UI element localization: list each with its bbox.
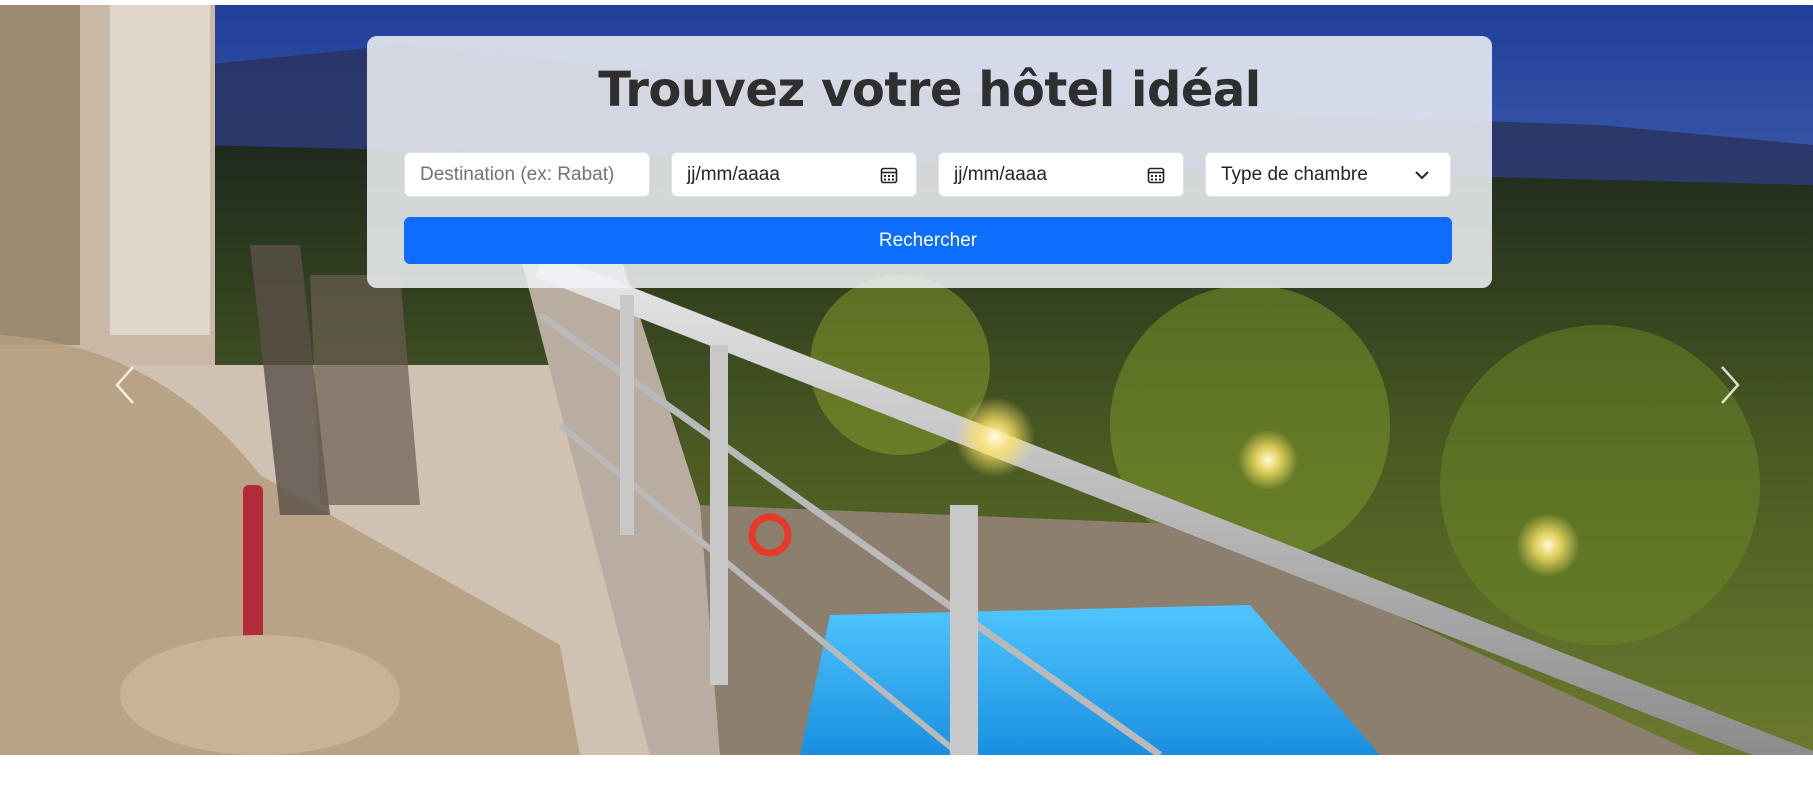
checkin-date-field[interactable]: jj/mm/aaaa — [671, 152, 917, 197]
destination-field[interactable] — [404, 152, 650, 197]
chevron-left-icon — [115, 366, 134, 404]
search-button[interactable]: Rechercher — [404, 217, 1452, 264]
calendar-icon[interactable] — [1147, 166, 1165, 184]
carousel-next-button[interactable] — [1710, 345, 1750, 425]
page-title: Trouvez votre hôtel idéal — [598, 62, 1261, 118]
chevron-down-icon — [1415, 171, 1429, 180]
hero-carousel: Trouvez votre hôtel idéal jj/mm/aaaa jj/… — [0, 5, 1813, 755]
carousel-prev-button[interactable] — [105, 345, 145, 425]
chevron-right-icon — [1721, 366, 1740, 404]
search-card: Trouvez votre hôtel idéal jj/mm/aaaa jj/… — [367, 36, 1492, 288]
checkin-date-value: jj/mm/aaaa — [687, 163, 780, 185]
checkout-date-value: jj/mm/aaaa — [954, 163, 1047, 185]
room-type-select[interactable]: Type de chambre — [1205, 152, 1451, 197]
destination-input[interactable] — [420, 163, 634, 186]
calendar-icon[interactable] — [880, 166, 898, 184]
room-type-value: Type de chambre — [1221, 163, 1368, 185]
checkout-date-field[interactable]: jj/mm/aaaa — [938, 152, 1184, 197]
